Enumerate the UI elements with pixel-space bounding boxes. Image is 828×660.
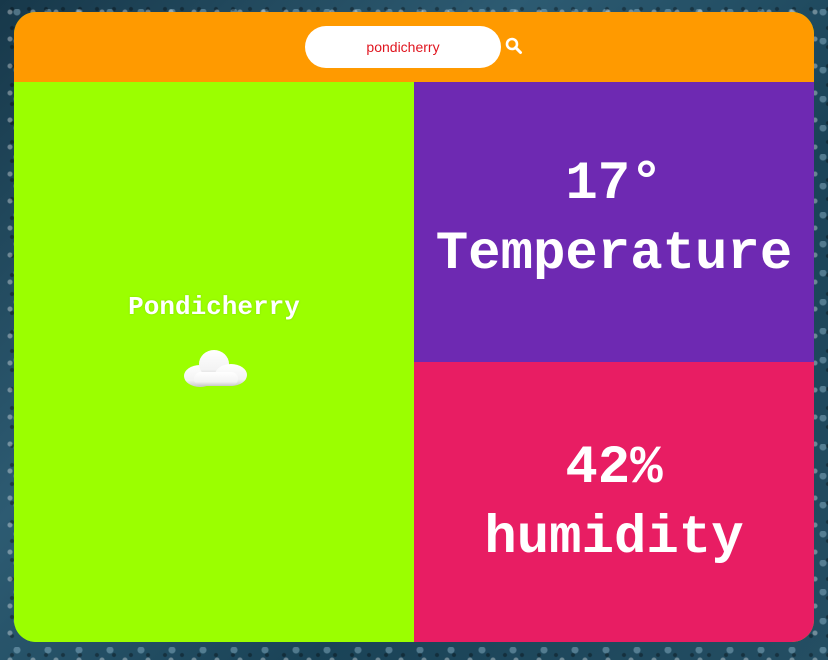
location-panel: Pondicherry	[14, 82, 414, 642]
search-input[interactable]	[305, 26, 501, 68]
humidity-label: humidity	[484, 508, 744, 569]
search-button[interactable]	[504, 36, 524, 56]
temperature-label: Temperature	[435, 224, 793, 285]
city-name: Pondicherry	[128, 292, 300, 322]
temperature-panel: 17° Temperature	[414, 82, 814, 362]
cloud-icon	[184, 350, 247, 387]
temperature-value: 17°	[565, 154, 663, 215]
search-icon	[505, 37, 522, 54]
humidity-panel: 42% humidity	[414, 362, 814, 642]
humidity-value: 42%	[565, 438, 663, 499]
search-bar	[14, 12, 814, 82]
weather-card: Pondicherry 17° Temperature 42% humidity	[14, 12, 814, 642]
